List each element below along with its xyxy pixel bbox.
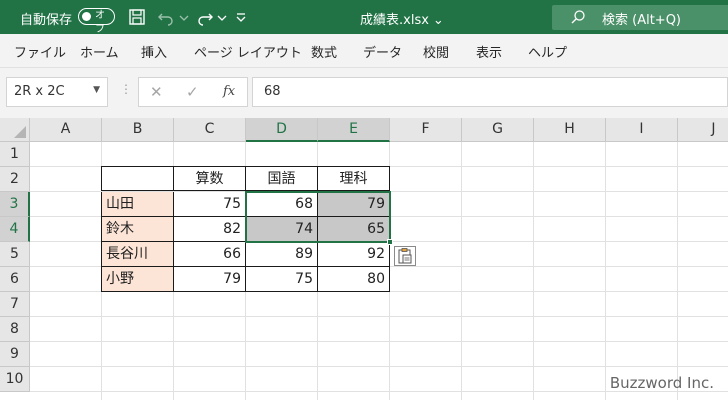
autosave-label: 自動保存 (20, 13, 73, 28)
table-cell-selected[interactable]: 65 (318, 217, 390, 242)
column-header-i[interactable]: I (606, 118, 678, 142)
toggle-knob (82, 11, 91, 21)
select-all-button[interactable] (0, 118, 30, 142)
table-header-cell[interactable]: 理科 (318, 166, 390, 191)
column-header-d[interactable]: D (246, 118, 318, 142)
gridline (30, 366, 728, 367)
table-name-cell[interactable]: 鈴木 (101, 217, 174, 242)
table-cell[interactable]: 79 (174, 267, 246, 292)
autosave-toggle[interactable]: オフ (78, 8, 115, 35)
formula-input[interactable]: 68 (252, 77, 728, 107)
search-icon (571, 10, 585, 24)
cancel-icon[interactable]: ✕ (150, 83, 163, 101)
paste-options-button[interactable] (394, 246, 416, 266)
row-header-7[interactable]: 7 (0, 292, 30, 317)
gridline (30, 341, 728, 342)
column-header-a[interactable]: A (30, 118, 102, 142)
table-header-cell[interactable]: 国語 (246, 166, 318, 191)
table-cell[interactable]: 82 (174, 217, 246, 242)
ribbon-tabs: ファイル ホーム 挿入 ページ レイアウト 数式 データ 校閲 表示 ヘルプ (0, 34, 728, 68)
row-header-3[interactable]: 3 (0, 192, 30, 217)
gridline (461, 142, 462, 400)
watermark-text: Buzzword Inc. (609, 374, 714, 392)
formula-buttons: ✕ ✓ fx (138, 77, 248, 107)
tab-formulas[interactable]: 数式 (311, 42, 337, 61)
table-cell[interactable]: 89 (246, 242, 318, 267)
chevron-down-icon: ⌄ (432, 13, 444, 28)
enter-icon[interactable]: ✓ (186, 83, 199, 101)
tab-data[interactable]: データ (363, 42, 402, 61)
row-header-2[interactable]: 2 (0, 167, 30, 192)
table-cell-selected[interactable]: 74 (246, 217, 318, 242)
redo-dropdown-icon[interactable] (216, 7, 228, 27)
table-cell[interactable]: 66 (174, 242, 246, 267)
undo-dropdown-icon[interactable] (178, 7, 190, 27)
column-header-c[interactable]: C (174, 118, 246, 142)
formula-bar: 2R x 2C ▼ ⋮ ✕ ✓ fx 68 (0, 68, 728, 118)
search-box[interactable]: 検索 (Alt+Q) (552, 5, 728, 30)
gridline (677, 142, 678, 400)
table-cell[interactable]: 75 (246, 267, 318, 292)
row-header-1[interactable]: 1 (0, 142, 30, 167)
table-name-cell[interactable]: 山田 (101, 192, 174, 217)
clipboard-icon (398, 248, 412, 264)
table-cell-selected[interactable]: 79 (318, 192, 390, 217)
gridline (30, 316, 728, 317)
tab-review[interactable]: 校閲 (423, 42, 449, 61)
table-corner-cell[interactable] (101, 166, 174, 191)
column-header-h[interactable]: H (534, 118, 606, 142)
tab-view[interactable]: 表示 (476, 42, 502, 61)
name-box[interactable]: 2R x 2C ▼ (6, 77, 108, 107)
title-bar: 自動保存 オフ 成績表.xlsx ⌄ 検索 (Alt+Q) (0, 0, 728, 35)
insert-function-icon[interactable]: fx (223, 84, 235, 99)
gridline (533, 142, 534, 400)
row-header-4[interactable]: 4 (0, 217, 30, 242)
column-header-b[interactable]: B (102, 118, 174, 142)
table-header-cell[interactable]: 算数 (174, 166, 246, 191)
row-header-9[interactable]: 9 (0, 342, 30, 367)
column-header-e[interactable]: E (318, 118, 390, 142)
name-box-value: 2R x 2C (14, 84, 65, 99)
select-all-triangle-icon (14, 126, 26, 138)
gridline (605, 142, 606, 400)
table-name-cell[interactable]: 長谷川 (101, 242, 174, 267)
file-name-menu[interactable]: 成績表.xlsx ⌄ (360, 9, 444, 28)
tab-help[interactable]: ヘルプ (528, 42, 567, 61)
save-icon[interactable] (127, 7, 147, 27)
column-header-g[interactable]: G (462, 118, 534, 142)
tab-page-layout[interactable]: ページ レイアウト (194, 42, 302, 61)
fill-handle[interactable] (387, 239, 393, 245)
table-cell[interactable]: 75 (174, 192, 246, 217)
column-header-j[interactable]: J (678, 118, 728, 142)
redo-icon[interactable] (195, 7, 215, 27)
worksheet-grid[interactable]: A B C D E F G H I J 1 2 3 4 5 6 7 8 9 10… (0, 118, 728, 400)
row-header-8[interactable]: 8 (0, 317, 30, 342)
file-name: 成績表.xlsx (360, 13, 429, 28)
row-header-6[interactable]: 6 (0, 267, 30, 292)
search-label: 検索 (Alt+Q) (602, 13, 682, 28)
tab-home[interactable]: ホーム (80, 42, 119, 61)
undo-icon[interactable] (156, 7, 176, 27)
table-cell[interactable]: 80 (318, 267, 390, 292)
table-cell[interactable]: 92 (318, 242, 390, 267)
table-name-cell[interactable]: 小野 (101, 267, 174, 292)
row-header-10[interactable]: 10 (0, 367, 30, 392)
tab-file[interactable]: ファイル (14, 42, 66, 61)
tab-insert[interactable]: 挿入 (141, 42, 167, 61)
table-cell-active[interactable]: 68 (246, 192, 318, 217)
column-header-f[interactable]: F (390, 118, 462, 142)
row-header-5[interactable]: 5 (0, 242, 30, 267)
formula-bar-splitter[interactable]: ⋮ (120, 82, 132, 96)
customize-toolbar-icon[interactable] (234, 7, 248, 27)
formula-value: 68 (264, 84, 281, 99)
autosave-state: オフ (95, 10, 105, 35)
name-box-dropdown-icon[interactable]: ▼ (93, 85, 100, 95)
